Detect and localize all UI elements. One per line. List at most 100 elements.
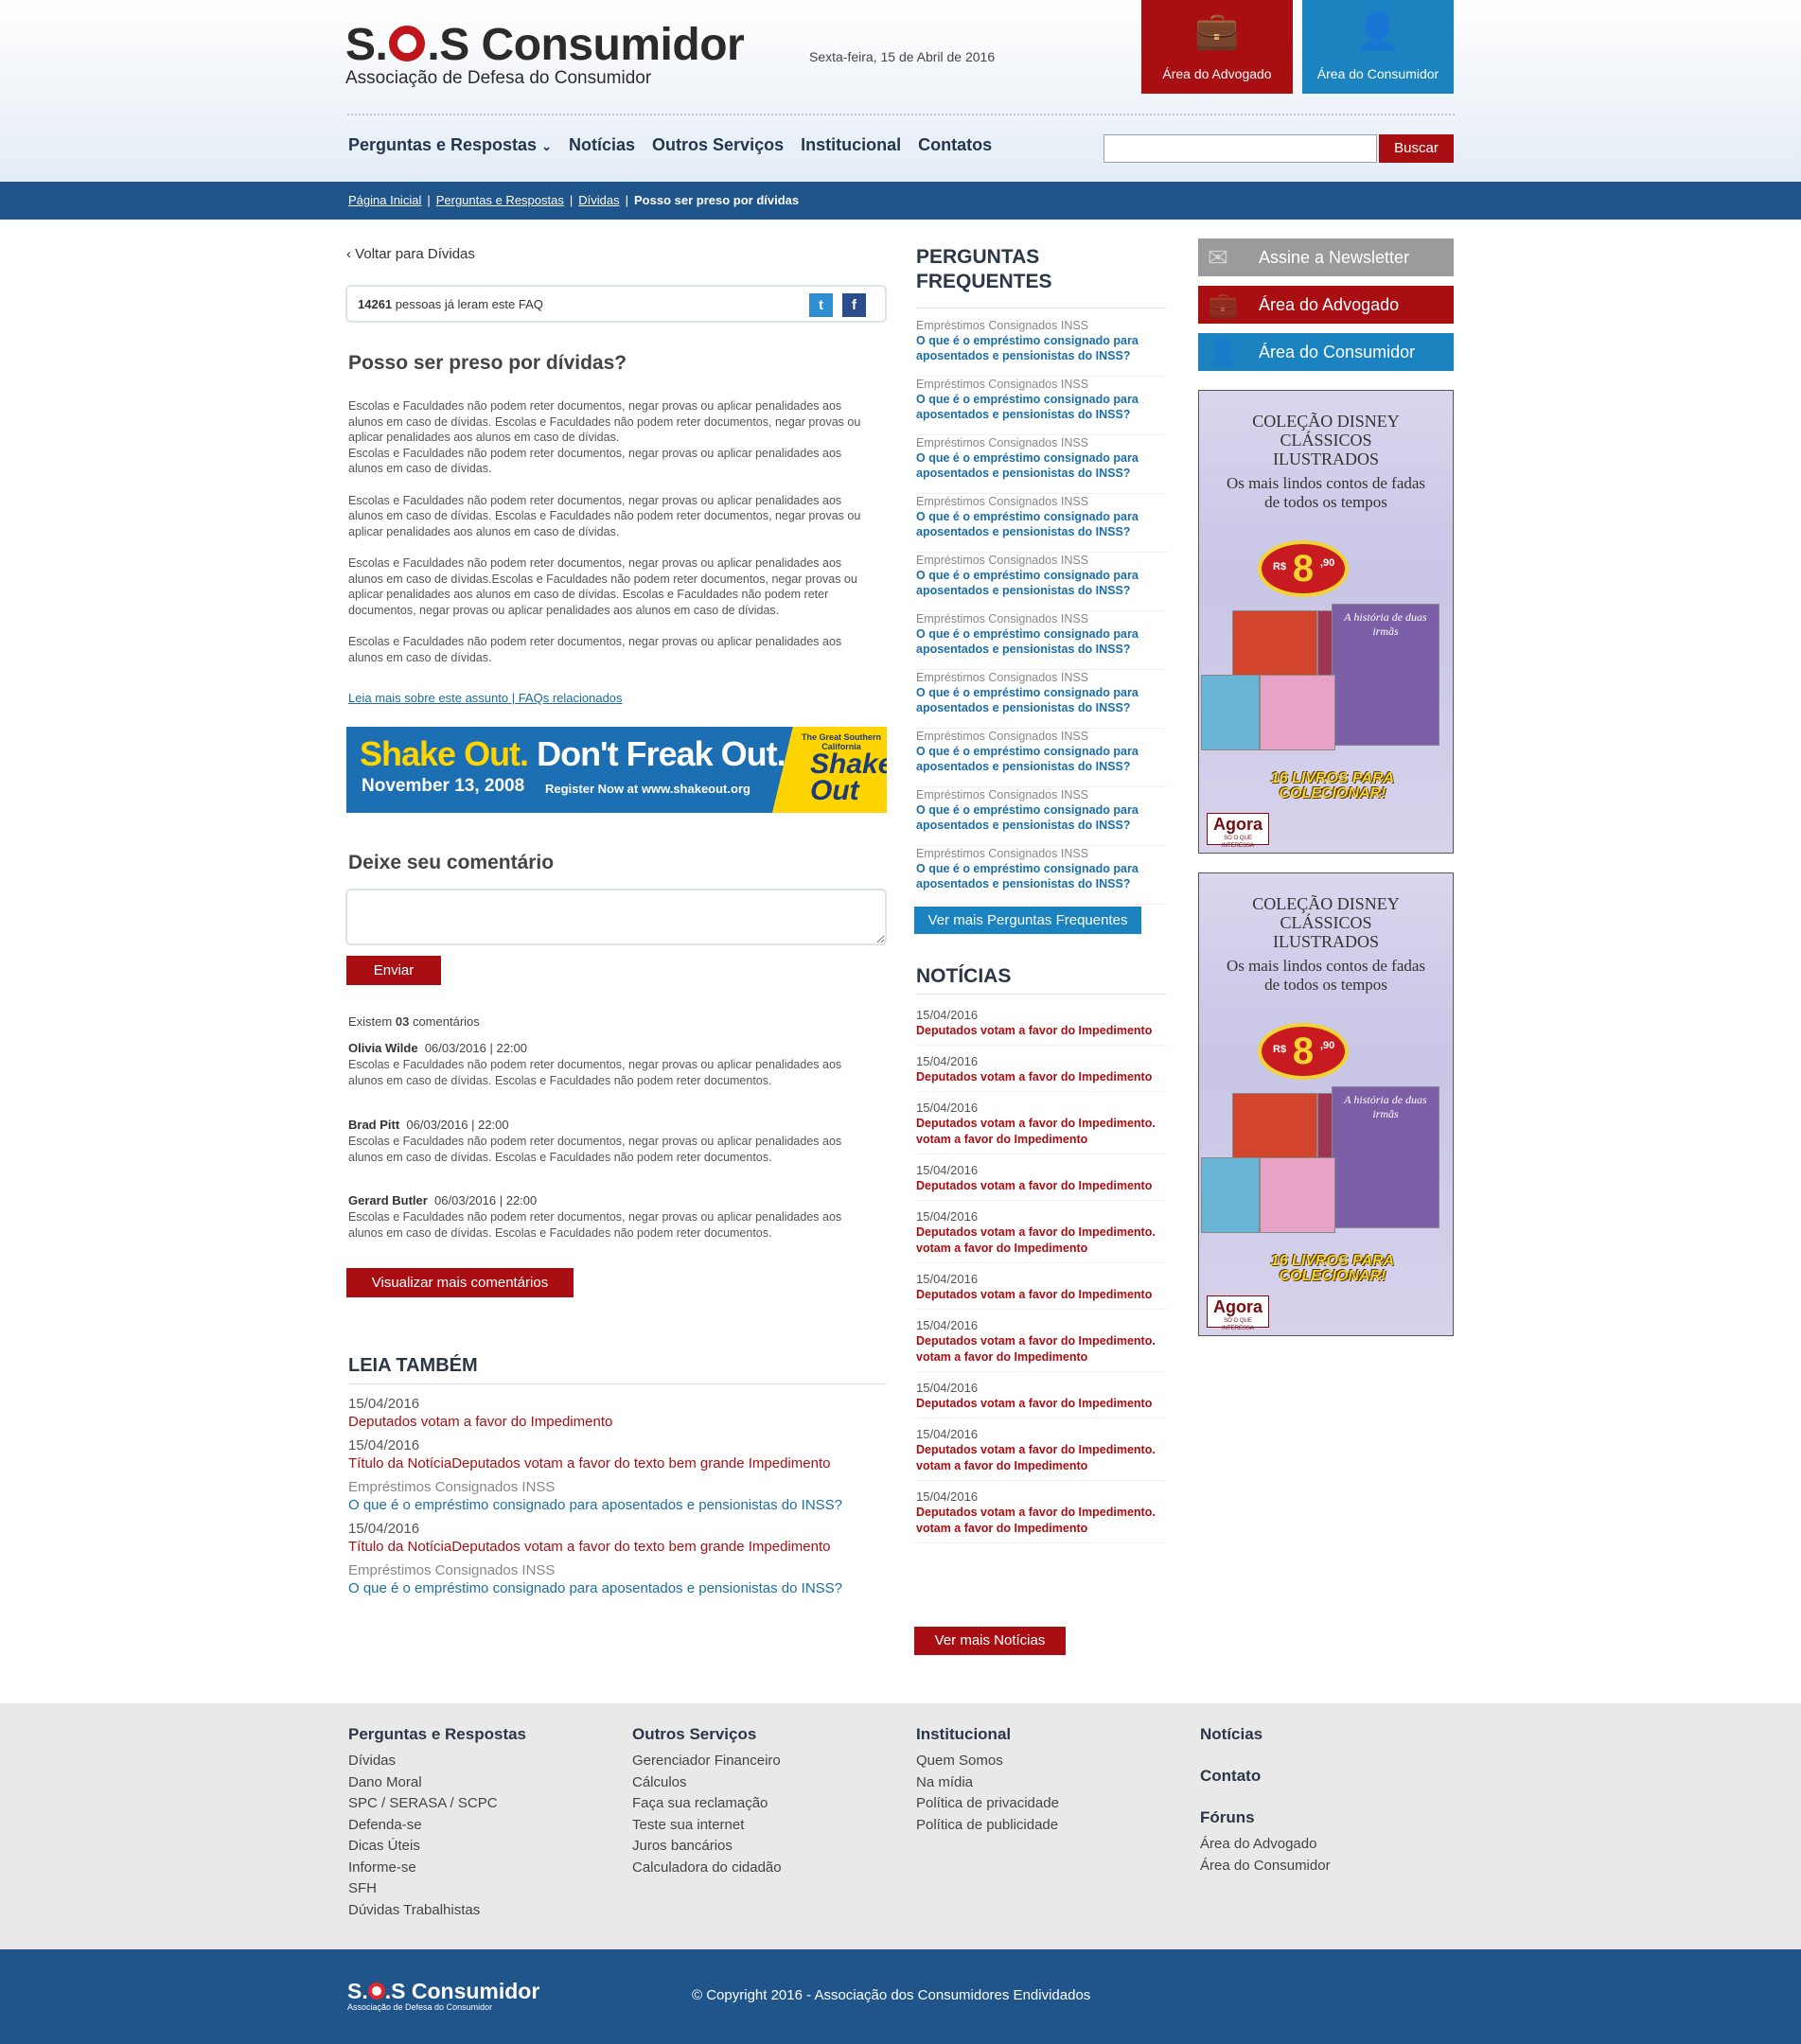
footer-link[interactable]: Teste sua internet <box>632 1815 782 1837</box>
read-more-link[interactable]: Leia mais sobre este assunto | FAQs rela… <box>348 691 623 705</box>
footer-link[interactable]: Política de privacidade <box>916 1793 1059 1815</box>
faq-item[interactable]: Empréstimos Consignados INSS O que é o em… <box>916 787 1167 846</box>
footer-link[interactable]: Dicas Úteis <box>348 1836 526 1858</box>
news-title-link[interactable]: Deputados votam a favor do Impedimento. … <box>916 1333 1167 1366</box>
footer-heading-foruns[interactable]: Fóruns <box>1200 1807 1331 1828</box>
news-title-link[interactable]: Deputados votam a favor do Impedimento <box>916 1023 1167 1039</box>
faq-question[interactable]: O que é o empréstimo consignado para apo… <box>916 392 1167 422</box>
news-item[interactable]: 15/04/2016 Deputados votam a favor do Imp… <box>916 1007 1167 1046</box>
faq-question[interactable]: O que é o empréstimo consignado para apo… <box>916 333 1167 363</box>
faq-question[interactable]: O que é o empréstimo consignado para apo… <box>916 626 1167 657</box>
send-button[interactable]: Enviar <box>346 956 441 985</box>
news-item[interactable]: 15/04/2016 Deputados votam a favor do Imp… <box>916 1489 1167 1543</box>
back-link[interactable]: ‹ Voltar para Dívidas <box>346 246 475 262</box>
faq-item[interactable]: Empréstimos Consignados INSS O que é o em… <box>916 670 1167 729</box>
breadcrumb-home[interactable]: Página Inicial <box>348 193 421 207</box>
list-item[interactable]: 15/04/2016 Título da NotíciaDeputados vot… <box>348 1436 887 1473</box>
area-advogado-button[interactable]: 💼 Área do Advogado <box>1141 0 1293 94</box>
more-faq-button[interactable]: Ver mais Perguntas Frequentes <box>914 907 1141 934</box>
footer-link[interactable]: Dúvidas Trabalhistas <box>348 1900 526 1922</box>
list-item-title[interactable]: Título da NotíciaDeputados votam a favor… <box>348 1454 887 1473</box>
list-item[interactable]: Empréstimos Consignados INSS O que é o em… <box>348 1478 887 1515</box>
breadcrumb-dividas[interactable]: Dívidas <box>578 193 619 207</box>
footer-link[interactable]: SPC / SERASA / SCPC <box>348 1793 526 1815</box>
faq-question[interactable]: O que é o empréstimo consignado para apo… <box>916 509 1167 539</box>
news-item[interactable]: 15/04/2016 Deputados votam a favor do Imp… <box>916 1162 1167 1201</box>
faq-item[interactable]: Empréstimos Consignados INSS O que é o em… <box>916 377 1167 435</box>
news-title-link[interactable]: Deputados votam a favor do Impedimento. … <box>916 1505 1167 1537</box>
footer-link[interactable]: Na mídia <box>916 1772 1059 1794</box>
footer-link[interactable]: Área do Consumidor <box>1200 1856 1331 1877</box>
faq-item[interactable]: Empréstimos Consignados INSS O que é o em… <box>916 553 1167 611</box>
footer-link[interactable]: Quem Somos <box>916 1751 1059 1772</box>
sidebar-advogado-button[interactable]: 💼 Área do Advogado <box>1198 286 1454 324</box>
footer-link[interactable]: Faça sua reclamação <box>632 1793 782 1815</box>
nav-perguntas-respostas[interactable]: Perguntas e Respostas ⌄ <box>348 135 552 155</box>
sidebar-consumidor-button[interactable]: 👤 Área do Consumidor <box>1198 333 1454 371</box>
footer-link[interactable]: Calculadora do cidadão <box>632 1858 782 1879</box>
news-title-link[interactable]: Deputados votam a favor do Impedimento <box>916 1178 1167 1194</box>
search-button[interactable]: Buscar <box>1379 134 1454 163</box>
footer-link[interactable]: Cálculos <box>632 1772 782 1794</box>
footer-link[interactable]: Gerenciador Financeiro <box>632 1751 782 1772</box>
footer-heading[interactable]: Institucional <box>916 1724 1059 1745</box>
list-item-title[interactable]: Deputados votam a favor do Impedimento <box>348 1413 887 1432</box>
list-item-title[interactable]: O que é o empréstimo consignado para apo… <box>348 1496 887 1515</box>
footer-heading-contato[interactable]: Contato <box>1200 1766 1331 1787</box>
news-title-link[interactable]: Deputados votam a favor do Impedimento. … <box>916 1116 1167 1148</box>
news-title-link[interactable]: Deputados votam a favor do Impedimento. … <box>916 1225 1167 1257</box>
faq-question[interactable]: O que é o empréstimo consignado para apo… <box>916 568 1167 598</box>
news-title-link[interactable]: Deputados votam a favor do Impedimento <box>916 1396 1167 1412</box>
faq-item[interactable]: Empréstimos Consignados INSS O que é o em… <box>916 729 1167 787</box>
news-title-link[interactable]: Deputados votam a favor do Impedimento <box>916 1287 1167 1303</box>
news-item[interactable]: 15/04/2016 Deputados votam a favor do Imp… <box>916 1100 1167 1154</box>
footer-link[interactable]: Área do Advogado <box>1200 1834 1331 1856</box>
list-item-title[interactable]: O que é o empréstimo consignado para apo… <box>348 1579 887 1598</box>
list-item[interactable]: 15/04/2016 Deputados votam a favor do Imp… <box>348 1395 887 1432</box>
news-item[interactable]: 15/04/2016 Deputados votam a favor do Imp… <box>916 1053 1167 1092</box>
footer-heading[interactable]: Perguntas e Respostas <box>348 1724 526 1745</box>
footer-link[interactable]: Informe-se <box>348 1858 526 1879</box>
facebook-icon[interactable]: f <box>842 293 866 317</box>
news-title-link[interactable]: Deputados votam a favor do Impedimento <box>916 1069 1167 1085</box>
faq-question[interactable]: O que é o empréstimo consignado para apo… <box>916 802 1167 833</box>
news-item[interactable]: 15/04/2016 Deputados votam a favor do Imp… <box>916 1426 1167 1481</box>
faq-question[interactable]: O que é o empréstimo consignado para apo… <box>916 685 1167 715</box>
list-item[interactable]: Empréstimos Consignados INSS O que é o em… <box>348 1561 887 1598</box>
twitter-icon[interactable]: t <box>809 293 833 317</box>
more-comments-button[interactable]: Visualizar mais comentários <box>346 1268 574 1297</box>
list-item[interactable]: 15/04/2016 Título da NotíciaDeputados vot… <box>348 1520 887 1557</box>
news-item[interactable]: 15/04/2016 Deputados votam a favor do Imp… <box>916 1380 1167 1418</box>
faq-question[interactable]: O que é o empréstimo consignado para apo… <box>916 744 1167 774</box>
newsletter-button[interactable]: ✉ Assine a Newsletter <box>1198 238 1454 276</box>
footer-link[interactable]: Dano Moral <box>348 1772 526 1794</box>
news-item[interactable]: 15/04/2016 Deputados votam a favor do Imp… <box>916 1208 1167 1263</box>
news-item[interactable]: 15/04/2016 Deputados votam a favor do Imp… <box>916 1317 1167 1372</box>
footer-logo[interactable]: S. .S Consumidor Associação de Defesa do … <box>347 1980 539 2012</box>
list-item-title[interactable]: Título da NotíciaDeputados votam a favor… <box>348 1538 887 1557</box>
nav-noticias[interactable]: Notícias <box>569 135 635 155</box>
footer-link[interactable]: SFH <box>348 1878 526 1900</box>
faq-item[interactable]: Empréstimos Consignados INSS O que é o em… <box>916 435 1167 494</box>
news-item[interactable]: 15/04/2016 Deputados votam a favor do Imp… <box>916 1271 1167 1310</box>
footer-heading-noticias[interactable]: Notícias <box>1200 1724 1331 1745</box>
footer-link[interactable]: Política de publicidade <box>916 1815 1059 1837</box>
disney-ad[interactable]: COLEÇÃO DISNEY CLÁSSICOS ILUSTRADOS Os m… <box>1198 390 1454 854</box>
more-news-button[interactable]: Ver mais Notícias <box>914 1627 1066 1655</box>
faq-question[interactable]: O que é o empréstimo consignado para apo… <box>916 450 1167 481</box>
footer-link[interactable]: Defenda-se <box>348 1815 526 1837</box>
footer-heading[interactable]: Outros Serviços <box>632 1724 782 1745</box>
faq-item[interactable]: Empréstimos Consignados INSS O que é o em… <box>916 494 1167 553</box>
search-input[interactable] <box>1104 134 1377 163</box>
faq-question[interactable]: O que é o empréstimo consignado para apo… <box>916 861 1167 891</box>
news-title-link[interactable]: Deputados votam a favor do Impedimento. … <box>916 1442 1167 1474</box>
faq-item[interactable]: Empréstimos Consignados INSS O que é o em… <box>916 611 1167 670</box>
site-logo[interactable]: S. .S Consumidor Associação de Defesa do … <box>345 21 745 89</box>
footer-link[interactable]: Juros bancários <box>632 1836 782 1858</box>
breadcrumb-perguntas[interactable]: Perguntas e Respostas <box>436 193 564 207</box>
disney-ad[interactable]: COLEÇÃO DISNEY CLÁSSICOS ILUSTRADOS Os m… <box>1198 872 1454 1336</box>
nav-outros-servicos[interactable]: Outros Serviços <box>652 135 784 155</box>
comment-input[interactable] <box>345 889 887 945</box>
faq-item[interactable]: Empréstimos Consignados INSS O que é o em… <box>916 318 1167 377</box>
nav-contatos[interactable]: Contatos <box>918 135 992 155</box>
